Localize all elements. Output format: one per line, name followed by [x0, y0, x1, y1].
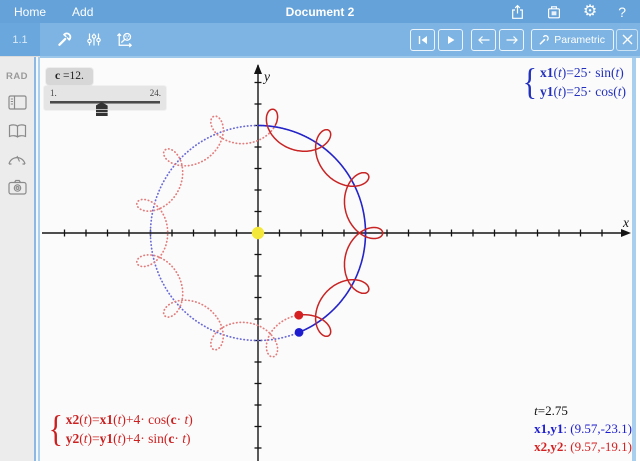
point1-coordinates: x1,y1: (9.57,-23.1) [534, 420, 632, 438]
trace-point-xy2[interactable] [294, 311, 303, 320]
utilities-gauge-icon[interactable] [7, 152, 27, 166]
slider-track[interactable] [50, 101, 160, 104]
graph-work-area[interactable]: y x 1. 24. c =12. { x1(t)=25· sin(t) y1(… [40, 56, 640, 461]
y-axis-label: y [262, 69, 270, 84]
close-entry-line-button[interactable] [616, 29, 638, 51]
slider-max-label: 24. [150, 88, 161, 98]
left-sidebar: RAD [0, 56, 40, 461]
slider-min-label: 1. [50, 88, 57, 98]
curly-brace: { [523, 64, 537, 101]
point2-coordinates: x2,y2: (9.57,-19.1) [534, 438, 632, 456]
documents-book-icon[interactable] [8, 123, 27, 139]
trace-readout: t=2.75 x1,y1: (9.57,-23.1) x2,y2: (9.57,… [534, 402, 632, 456]
angle-mode-indicator: RAD [6, 71, 28, 82]
step-back-button[interactable] [410, 29, 435, 51]
close-icon [622, 34, 633, 45]
equation-y1[interactable]: y1(t)=25· cos(t) [540, 82, 626, 101]
home-button[interactable]: Home [14, 5, 46, 19]
tools-wrench-icon[interactable] [56, 31, 73, 48]
equation-block-xy1[interactable]: { x1(t)=25· sin(t) y1(t)=25· cos(t) [521, 63, 626, 101]
share-icon[interactable] [510, 4, 525, 20]
settings-gear-icon[interactable]: ⚙ [583, 4, 597, 20]
trace-point-xy1[interactable] [295, 328, 304, 337]
x-axis-label: x [622, 215, 629, 230]
document-toolbar: 1.1 [0, 23, 640, 56]
page-tab-1-1[interactable]: 1.1 [0, 23, 40, 56]
circle-curve-solid[interactable] [258, 126, 366, 333]
page-sorter-icon[interactable] [8, 95, 27, 110]
graph-type-label: Parametric [554, 34, 605, 46]
sliders-adjust-icon[interactable] [86, 31, 102, 48]
epicycle-curve-dotted[interactable] [137, 116, 299, 357]
undo-left-arrow-button[interactable] [471, 29, 496, 51]
help-icon[interactable]: ? [618, 4, 626, 20]
top-navigation-bar: Home Add Document 2 ⚙ ? [0, 0, 640, 23]
t-value: t=2.75 [534, 402, 632, 420]
curly-brace: { [49, 411, 63, 448]
graph-window-settings-icon[interactable] [115, 31, 134, 49]
center-point[interactable] [252, 227, 264, 239]
toolbox-icon[interactable] [546, 4, 562, 20]
c-slider: 1. 24. c =12. [42, 66, 172, 120]
redo-right-arrow-button[interactable] [499, 29, 524, 51]
equation-block-xy2[interactable]: { x2(t)=x1(t)+4· cos(c· t) y2(t)=y1(t)+4… [47, 410, 193, 448]
slider-value-chip[interactable]: c =12. [46, 68, 93, 85]
camera-icon[interactable] [8, 179, 27, 195]
play-button[interactable] [438, 29, 463, 51]
wrench-icon [538, 34, 550, 46]
equation-y2[interactable]: y2(t)=y1(t)+4· sin(c· t) [66, 429, 193, 448]
graph-type-dropdown[interactable]: Parametric [531, 29, 614, 51]
add-button[interactable]: Add [72, 5, 93, 19]
equation-x1[interactable]: x1(t)=25· sin(t) [540, 63, 626, 82]
equation-x2[interactable]: x2(t)=x1(t)+4· cos(c· t) [66, 410, 193, 429]
